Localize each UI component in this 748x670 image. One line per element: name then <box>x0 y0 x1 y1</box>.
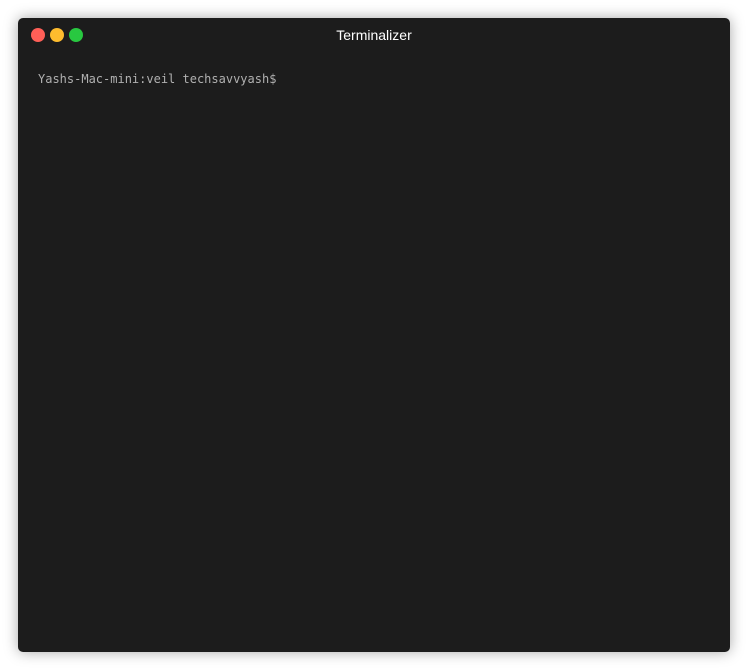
window-title: Terminalizer <box>336 27 412 43</box>
close-button[interactable] <box>31 28 45 42</box>
minimize-button[interactable] <box>50 28 64 42</box>
title-bar[interactable]: Terminalizer <box>18 18 730 52</box>
zoom-button[interactable] <box>69 28 83 42</box>
terminal-output[interactable]: Yashs-Mac-mini:veil techsavvyash$ <box>38 70 710 632</box>
terminal-window: Terminalizer Yashs-Mac-mini:veil techsav… <box>18 18 730 652</box>
shell-prompt: Yashs-Mac-mini:veil techsavvyash$ <box>38 72 277 86</box>
